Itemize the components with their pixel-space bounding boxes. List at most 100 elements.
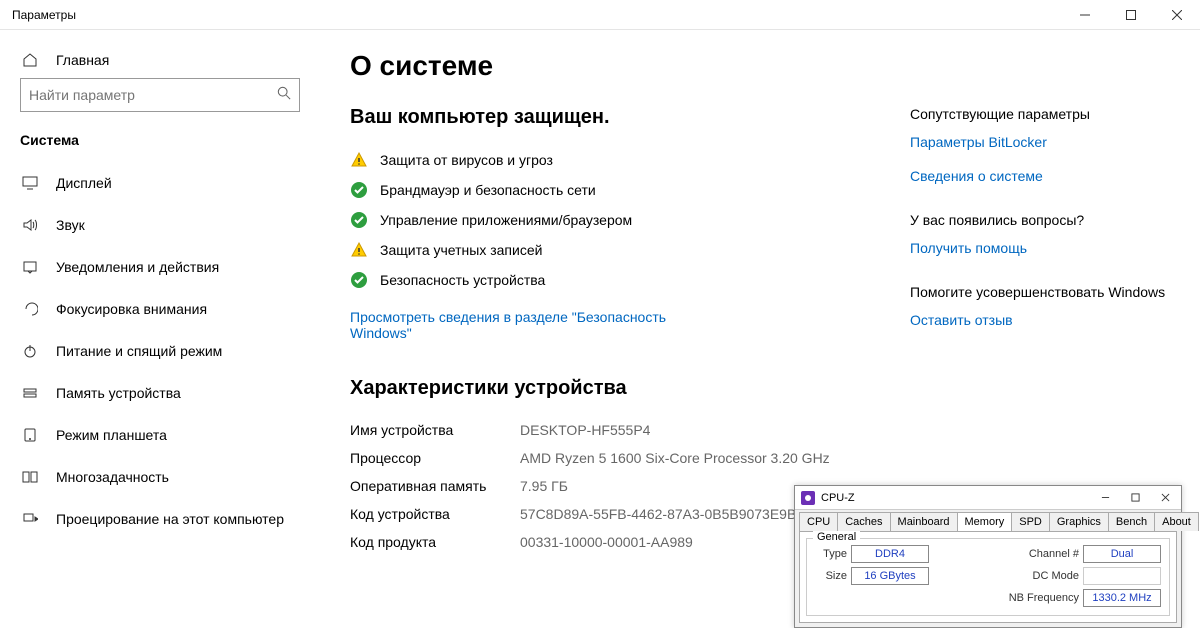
sidebar-item-label: Проецирование на этот компьютер xyxy=(56,511,284,527)
power-icon xyxy=(20,343,40,359)
sidebar-section-heading: Система xyxy=(0,126,320,162)
cpuz-titlebar[interactable]: CPU-Z xyxy=(795,486,1181,510)
cpuz-nbfreq-value: 1330.2 MHz xyxy=(1083,589,1161,607)
security-item: Управление приложениями/браузером xyxy=(350,205,910,235)
cpuz-general-legend: General xyxy=(813,531,860,543)
spec-value: AMD Ryzen 5 1600 Six-Core Processor 3.20… xyxy=(520,450,910,466)
tablet-icon xyxy=(20,427,40,443)
spec-label: Оперативная память xyxy=(350,478,520,494)
cpuz-dcmode-label: DC Mode xyxy=(1007,570,1079,582)
cpuz-channel-value: Dual xyxy=(1083,545,1161,563)
cpuz-dcmode-value xyxy=(1083,567,1161,585)
window-title: Параметры xyxy=(12,8,76,22)
cpuz-title: CPU-Z xyxy=(821,492,855,504)
security-item-label: Брандмауэр и безопасность сети xyxy=(380,182,596,198)
cpuz-maximize-button[interactable] xyxy=(1121,488,1149,508)
warning-icon xyxy=(350,151,368,169)
help-heading: У вас появились вопросы? xyxy=(910,212,1170,228)
minimize-button[interactable] xyxy=(1062,0,1108,30)
storage-icon xyxy=(20,385,40,401)
cpuz-nbfreq-label: NB Frequency xyxy=(1007,592,1079,604)
related-link-bitlocker[interactable]: Параметры BitLocker xyxy=(910,134,1170,150)
cpuz-tab-caches[interactable]: Caches xyxy=(837,512,890,531)
search-input[interactable] xyxy=(29,87,277,103)
cpuz-tab-spd[interactable]: SPD xyxy=(1011,512,1050,531)
related-link-sysinfo[interactable]: Сведения о системе xyxy=(910,168,1170,184)
sidebar-item-sound[interactable]: Звук xyxy=(0,204,320,246)
focus-icon xyxy=(20,301,40,317)
cpuz-logo-icon xyxy=(801,491,815,505)
cpuz-tab-cpu[interactable]: CPU xyxy=(799,512,838,531)
sidebar-item-power[interactable]: Питание и спящий режим xyxy=(0,330,320,372)
warning-icon xyxy=(350,241,368,259)
feedback-heading: Помогите усовершенствовать Windows xyxy=(910,284,1170,300)
cpuz-general-fieldset: General Type DDR4 Size 16 GBytes Channel… xyxy=(806,538,1170,616)
window-controls xyxy=(1062,0,1200,30)
sidebar-item-label: Память устройства xyxy=(56,385,181,401)
security-item-label: Безопасность устройства xyxy=(380,272,545,288)
display-icon xyxy=(20,175,40,191)
spec-label: Код продукта xyxy=(350,534,520,550)
sidebar-item-label: Звук xyxy=(56,217,85,233)
cpuz-tab-mainboard[interactable]: Mainboard xyxy=(890,512,958,531)
sound-icon xyxy=(20,217,40,233)
search-icon xyxy=(277,86,291,105)
sidebar-item-project[interactable]: Проецирование на этот компьютер xyxy=(0,498,320,540)
sidebar-item-storage[interactable]: Память устройства xyxy=(0,372,320,414)
cpuz-tab-graphics[interactable]: Graphics xyxy=(1049,512,1109,531)
cpuz-size-value: 16 GBytes xyxy=(851,567,929,585)
sidebar-item-notifications[interactable]: Уведомления и действия xyxy=(0,246,320,288)
multitask-icon xyxy=(20,469,40,485)
notifications-icon xyxy=(20,259,40,275)
cpuz-type-value: DDR4 xyxy=(851,545,929,563)
sidebar-item-display[interactable]: Дисплей xyxy=(0,162,320,204)
help-link[interactable]: Получить помощь xyxy=(910,240,1170,256)
security-item: Безопасность устройства xyxy=(350,265,910,295)
sidebar-item-label: Многозадачность xyxy=(56,469,169,485)
cpuz-close-button[interactable] xyxy=(1151,488,1179,508)
cpuz-type-label: Type xyxy=(815,548,847,560)
cpuz-tab-about[interactable]: About xyxy=(1154,512,1199,531)
sidebar-item-multitask[interactable]: Многозадачность xyxy=(0,456,320,498)
sidebar-home-label: Главная xyxy=(56,52,109,68)
spec-row: ПроцессорAMD Ryzen 5 1600 Six-Core Proce… xyxy=(350,444,910,472)
cpuz-tab-memory[interactable]: Memory xyxy=(957,512,1013,531)
cpuz-size-label: Size xyxy=(815,570,847,582)
maximize-button[interactable] xyxy=(1108,0,1154,30)
sidebar-item-label: Фокусировка внимания xyxy=(56,301,207,317)
cpuz-minimize-button[interactable] xyxy=(1091,488,1119,508)
page-title: О системе xyxy=(350,50,910,82)
feedback-link[interactable]: Оставить отзыв xyxy=(910,312,1170,328)
security-item: Защита от вирусов и угроз xyxy=(350,145,910,175)
check-icon xyxy=(350,181,368,199)
close-button[interactable] xyxy=(1154,0,1200,30)
sidebar-home[interactable]: Главная xyxy=(0,42,320,78)
project-icon xyxy=(20,511,40,527)
security-item-label: Защита от вирусов и угроз xyxy=(380,152,553,168)
sidebar-item-tablet[interactable]: Режим планшета xyxy=(0,414,320,456)
security-details-link[interactable]: Просмотреть сведения в разделе "Безопасн… xyxy=(350,309,710,341)
security-item-label: Защита учетных записей xyxy=(380,242,542,258)
security-item: Защита учетных записей xyxy=(350,235,910,265)
check-icon xyxy=(350,211,368,229)
security-item-label: Управление приложениями/браузером xyxy=(380,212,632,228)
cpuz-tab-bench[interactable]: Bench xyxy=(1108,512,1155,531)
sidebar-item-focus[interactable]: Фокусировка внимания xyxy=(0,288,320,330)
titlebar: Параметры xyxy=(0,0,1200,30)
related-heading: Сопутствующие параметры xyxy=(910,106,1170,122)
spec-label: Имя устройства xyxy=(350,422,520,438)
sidebar-item-label: Дисплей xyxy=(56,175,112,191)
sidebar: Главная Система Дисплей Звук Уведомления и… xyxy=(0,30,320,628)
security-item: Брандмауэр и безопасность сети xyxy=(350,175,910,205)
sidebar-item-label: Питание и спящий режим xyxy=(56,343,222,359)
sidebar-item-label: Режим планшета xyxy=(56,427,167,443)
home-icon xyxy=(20,52,40,68)
cpuz-channel-label: Channel # xyxy=(1007,548,1079,560)
spec-row: Имя устройстваDESKTOP-HF555P4 xyxy=(350,416,910,444)
search-box[interactable] xyxy=(20,78,300,112)
cpuz-window[interactable]: CPU-Z CPUCachesMainboardMemorySPDGraphic… xyxy=(794,485,1182,628)
specs-heading: Характеристики устройства xyxy=(350,377,910,400)
check-icon xyxy=(350,271,368,289)
spec-label: Код устройства xyxy=(350,506,520,522)
spec-value: DESKTOP-HF555P4 xyxy=(520,422,910,438)
